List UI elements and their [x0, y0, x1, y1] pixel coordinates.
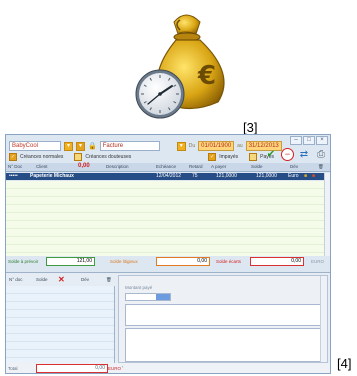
- table-scrollbar[interactable]: [324, 173, 330, 256]
- period-dropdown-icon[interactable]: ▼: [176, 141, 186, 151]
- validate-icon[interactable]: ✔: [264, 148, 278, 162]
- solde-ecarts-label: Solde écarts: [216, 259, 242, 264]
- row-num: •••••: [9, 173, 18, 179]
- montant-paye-input[interactable]: [125, 293, 171, 301]
- bp-col-solde[interactable]: Solde: [36, 277, 48, 282]
- clock-icon: [135, 69, 185, 119]
- total-value: 0,00: [36, 364, 108, 373]
- payment-list-header: N° doc Solde ✕ Dév 🗑: [6, 275, 114, 285]
- row-retard: 75: [192, 173, 198, 179]
- money-bag-clock-illustration: €: [135, 14, 225, 119]
- row-apayer: 121,0000: [216, 173, 237, 179]
- doubtful-checkbox-label: Créances douteuses: [85, 153, 132, 160]
- row-status-icon: ■: [304, 173, 308, 179]
- solde-prevu-label: Solde à prévoir: [8, 259, 39, 264]
- col-dev[interactable]: Dév: [290, 164, 298, 169]
- print-icon[interactable]: ⎙: [314, 148, 328, 162]
- action-toolbar: ✔ − ⇄ ⎙: [264, 148, 328, 162]
- date-from-label: Du: [188, 143, 196, 149]
- col-client[interactable]: Client: [36, 164, 48, 169]
- table-row-selected[interactable]: ••••• Papeterie Michaux 12/04/2012 75 12…: [6, 173, 324, 180]
- receivables-app-window: – □ × BabyCool ▼ ▼ 🔒 Facture ▼ Du 01/01/…: [5, 134, 331, 374]
- delete-icon[interactable]: ✕: [58, 275, 65, 284]
- transfer-icon[interactable]: ⇄: [297, 148, 311, 162]
- receivables-table-body[interactable]: [6, 181, 324, 256]
- filter-row: BabyCool ▼ ▼ 🔒 Facture ▼ Du 01/01/1900 a…: [9, 141, 282, 151]
- reference-label-3: [3]: [243, 120, 258, 135]
- totals-currency: EURO: [311, 259, 325, 264]
- col-apayer[interactable]: A payer: [211, 164, 226, 169]
- bp-trash-icon[interactable]: 🗑: [106, 277, 112, 283]
- doc-type-combo[interactable]: Facture: [99, 141, 160, 151]
- close-icon[interactable]: ×: [316, 136, 328, 145]
- payment-footer: Total 0,00 EURO ‹: [6, 363, 330, 373]
- table-header: N° Doc Client 0,00 Description Echéance …: [6, 163, 330, 172]
- row-solde: 121,0000: [256, 173, 277, 179]
- bp-col-dev[interactable]: Dév: [81, 277, 89, 282]
- row-client: Papeterie Michaux: [30, 173, 74, 179]
- client-dropdown-icon[interactable]: ▼: [64, 141, 73, 151]
- col-solde[interactable]: Solde: [251, 164, 263, 169]
- payment-note-area[interactable]: [125, 304, 323, 326]
- row-flag-icon: ■: [312, 173, 316, 179]
- montant-paye-selection: [156, 294, 170, 300]
- unpaid-checkbox[interactable]: ✓: [208, 152, 217, 161]
- date-to-label: au: [237, 143, 243, 149]
- doubtful-checkbox[interactable]: ✓: [74, 152, 83, 161]
- total-label: Total: [8, 366, 18, 371]
- col-echeance[interactable]: Echéance: [156, 164, 176, 169]
- col-num[interactable]: N° Doc: [8, 164, 22, 169]
- solde-litige-value: 0,00: [156, 257, 210, 266]
- payment-details: Montant payé: [118, 275, 328, 363]
- col-amount-red: 0,00: [78, 163, 90, 169]
- total-currency: EURO: [108, 366, 122, 371]
- montant-paye-label: Montant payé: [125, 285, 153, 290]
- minimize-icon[interactable]: –: [290, 136, 302, 145]
- trash-icon[interactable]: 🗑: [318, 164, 324, 170]
- solde-prevu-value: 121,00: [46, 257, 95, 266]
- col-retard[interactable]: Retard: [189, 164, 203, 169]
- paid-checkbox[interactable]: ✓: [249, 152, 258, 161]
- client-combo[interactable]: BabyCool: [9, 141, 61, 151]
- window-controls: – □ ×: [290, 136, 328, 145]
- normal-checkbox-label: Créances normales: [20, 153, 64, 160]
- solde-ecarts-value: 0,00: [250, 257, 304, 266]
- bp-col-num[interactable]: N° doc: [9, 277, 23, 282]
- lock-icon: 🔒: [88, 143, 97, 150]
- payment-list[interactable]: [6, 286, 115, 363]
- payment-panel: N° doc Solde ✕ Dév 🗑 Montant payé Total …: [6, 272, 330, 373]
- totals-bar: Solde à prévoir 121,00 Solde litigieux 0…: [6, 257, 330, 268]
- row-dev: Euro: [288, 173, 299, 179]
- doc-type-dropdown-icon[interactable]: ▼: [76, 141, 85, 151]
- details-scrollbar[interactable]: [320, 276, 327, 362]
- payment-comment-area[interactable]: [125, 328, 323, 362]
- cancel-icon[interactable]: −: [281, 148, 294, 161]
- solde-litige-label: Solde litigieux: [110, 259, 138, 264]
- status-filters: ✓ Créances normales ✓ Créances douteuses…: [9, 152, 274, 161]
- col-description[interactable]: Description: [106, 164, 129, 169]
- row-date: 12/04/2012: [156, 173, 182, 179]
- reference-label-4: [4]: [337, 356, 352, 371]
- unpaid-checkbox-label: Impayés: [219, 153, 239, 160]
- scroll-left-icon[interactable]: ‹: [122, 364, 124, 369]
- maximize-icon[interactable]: □: [303, 136, 315, 145]
- normal-checkbox[interactable]: ✓: [9, 152, 17, 161]
- svg-text:€: €: [197, 61, 216, 91]
- date-from-field[interactable]: 01/01/1900: [198, 141, 235, 151]
